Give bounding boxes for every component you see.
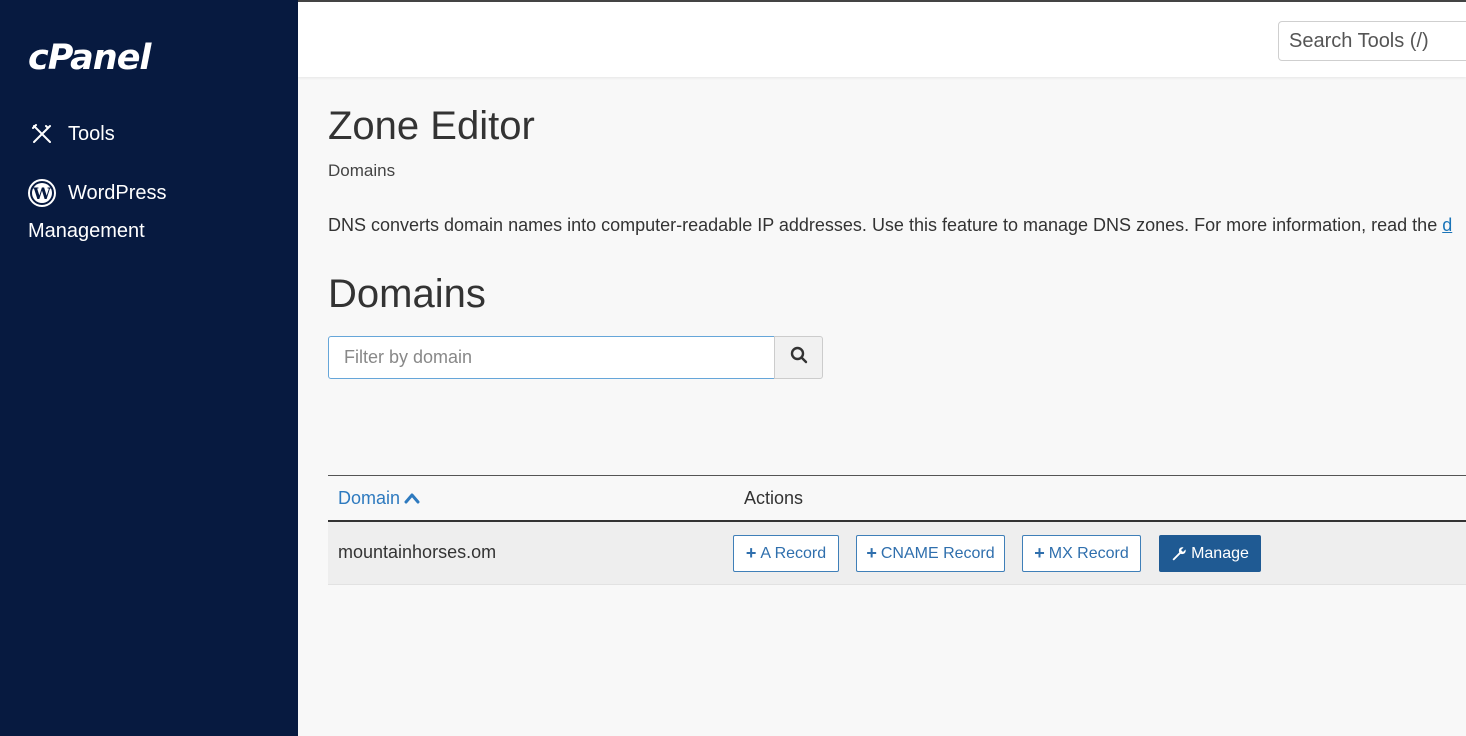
actions-column-header: Actions: [744, 487, 804, 508]
filter-domain-input[interactable]: [328, 336, 775, 379]
sidebar-item-label: Tools: [68, 122, 115, 145]
sidebar-item-tools[interactable]: Tools: [28, 120, 115, 148]
wrench-icon: [1171, 546, 1187, 562]
plus-icon: +: [1034, 543, 1045, 563]
add-mx-record-button[interactable]: + MX Record: [1022, 535, 1141, 572]
domain-cell: mountainhorses.om: [338, 542, 497, 562]
sidebar-item-wordpress[interactable]: W WordPress: [28, 179, 167, 207]
add-cname-record-button[interactable]: + CNAME Record: [856, 535, 1005, 572]
plus-icon: +: [866, 543, 877, 563]
manage-button[interactable]: Manage: [1159, 535, 1261, 572]
table-row: mountainhorses.om + A Record + CNAME Rec…: [328, 522, 1466, 585]
table-header: Domain Actions: [328, 475, 1466, 522]
search-tools-input[interactable]: [1278, 21, 1466, 61]
documentation-link[interactable]: d: [1442, 215, 1452, 235]
main-content: Zone Editor Domains DNS converts domain …: [328, 77, 1466, 736]
section-title: Domains: [328, 272, 486, 316]
add-a-record-button[interactable]: + A Record: [733, 535, 839, 572]
domain-column-header[interactable]: Domain: [338, 488, 420, 509]
top-bar: [298, 0, 1466, 77]
intro-text: DNS converts domain names into computer-…: [328, 215, 1453, 235]
sidebar: cPanel Tools W WordPress Management: [0, 0, 298, 736]
page-title: Zone Editor: [328, 104, 535, 148]
cpanel-logo[interactable]: cPanel: [28, 38, 151, 78]
filter-search-button[interactable]: [774, 336, 823, 379]
wordpress-icon: W: [28, 179, 56, 207]
tools-icon: [28, 120, 56, 148]
sidebar-item-label-line2[interactable]: Management: [28, 220, 145, 243]
search-icon: [790, 346, 808, 369]
svg-text:W: W: [32, 184, 52, 203]
plus-icon: +: [745, 543, 757, 563]
breadcrumb: Domains: [328, 161, 396, 180]
domains-table: Domain Actions mountainhorses.om + A Rec…: [328, 475, 1466, 585]
sidebar-item-label: WordPress: [68, 181, 167, 204]
chevron-up-icon: [404, 492, 420, 504]
